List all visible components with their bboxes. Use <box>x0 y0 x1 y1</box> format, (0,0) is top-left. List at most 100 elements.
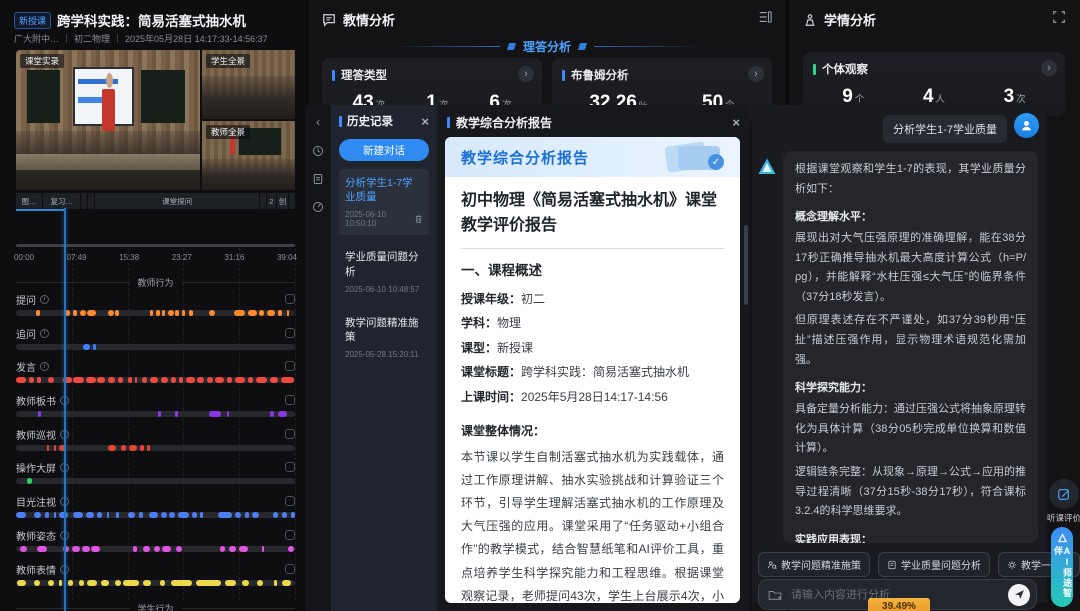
track-checkbox[interactable] <box>285 462 295 472</box>
collapse-icon[interactable]: ‹ <box>316 115 320 129</box>
ai-paragraph: 展现出对大气压强原理的准确理解，能在38分17秒正确推导抽水机最大高度计算公式（… <box>795 229 1026 307</box>
learning-panel-header: 学情分析 <box>803 10 876 29</box>
chapter-segment[interactable]: 创 <box>277 193 289 209</box>
chapter-segment[interactable] <box>260 193 266 209</box>
track-segment <box>256 377 267 383</box>
document-icon[interactable] <box>312 173 324 185</box>
chip-teaching-strategy[interactable]: 教学问题精准施策 <box>758 552 870 577</box>
info-icon[interactable]: i <box>40 295 49 304</box>
track-checkbox[interactable] <box>285 294 295 304</box>
timeline-scrubber[interactable] <box>16 244 295 247</box>
chevron-right-icon[interactable]: › <box>518 66 534 82</box>
track-segment <box>262 546 265 552</box>
track-segment <box>175 310 179 316</box>
chapter-label: 课堂探问 <box>162 196 192 207</box>
report-scrollbar[interactable] <box>744 225 748 305</box>
history-item[interactable]: 分析学生1-7学业质量2025-06-10 10:50:10 <box>339 169 429 235</box>
chapter-segment[interactable] <box>81 193 87 209</box>
history-clock-icon[interactable] <box>312 145 324 157</box>
track-checkbox[interactable] <box>285 429 295 439</box>
video-teacher-view[interactable]: 教师全景 <box>202 121 295 190</box>
report-field: 上课时间：2025年5月28日14:17-14:56 <box>461 385 724 410</box>
ai-assistant-label: AI师途智伴 <box>1053 546 1071 607</box>
students-area <box>202 76 295 119</box>
chapter-segment[interactable]: 复习… <box>43 193 80 209</box>
lecturer-icon <box>803 13 817 27</box>
track-head: 教师板书i <box>16 393 295 408</box>
chapter-segment[interactable] <box>289 193 295 209</box>
track-segment <box>259 310 265 316</box>
video-main[interactable]: 课堂实录 <box>16 50 200 190</box>
history-item-meta: 2025-05-28 15:20:11 <box>345 350 423 359</box>
track-segment <box>282 580 290 586</box>
layout-list-icon[interactable] <box>758 10 772 24</box>
track-segment <box>135 377 138 383</box>
track-segment <box>234 310 245 316</box>
pie-compass-icon[interactable] <box>312 201 324 213</box>
track-bar <box>16 512 295 518</box>
chapter-segment[interactable]: 课堂探问 <box>95 193 259 209</box>
fullscreen-icon[interactable] <box>1052 10 1066 24</box>
report-panel-title: 教学综合分析报告 <box>456 114 552 131</box>
chapter-segment[interactable]: 图… <box>16 193 42 209</box>
track-segment <box>139 512 143 518</box>
ai-paragraph: 实践应用表现： <box>795 531 1026 543</box>
ai-assistant-button[interactable]: AI师途智伴 <box>1051 527 1073 607</box>
behavior-track: 教师表情i <box>16 562 295 596</box>
track-segment <box>118 377 124 383</box>
track-segment <box>48 377 54 383</box>
tab-lida-analysis[interactable]: 理答分析 <box>308 38 786 55</box>
history-item[interactable]: 教学问题精准施策2025-05-28 15:20:11 <box>339 309 429 366</box>
report-document[interactable]: 教学综合分析报告 ✓ 初中物理《简易活塞式抽水机》课堂教学评价报告 一、课程概述… <box>445 137 740 603</box>
track-checkbox[interactable] <box>285 361 295 371</box>
video-student-view[interactable]: 学生全景 <box>202 50 295 119</box>
track-segment <box>176 546 182 552</box>
track-segment <box>162 310 165 316</box>
track-segment <box>16 377 26 383</box>
track-head: 教师表情i <box>16 562 295 577</box>
report-close-icon[interactable]: × <box>732 116 740 129</box>
chevron-right-icon[interactable]: › <box>748 66 764 82</box>
track-label: 目光注视 <box>16 494 56 509</box>
timeline-playhead[interactable] <box>64 208 66 611</box>
person-icon <box>1020 119 1033 132</box>
track-checkbox[interactable] <box>285 328 295 338</box>
report-panel: 教学综合分析报告 × 教学综合分析报告 ✓ 初中物理《简易活塞式抽水机》课堂教学… <box>437 105 750 611</box>
chat-square-icon <box>322 13 336 27</box>
time-ticks: 00:0007:4915:3823:2731:1639:04 <box>14 253 297 262</box>
delete-icon[interactable] <box>414 214 423 224</box>
track-bar <box>16 445 295 451</box>
info-icon[interactable]: i <box>40 362 49 371</box>
folder-plus-icon[interactable] <box>768 589 782 601</box>
track-checkbox[interactable] <box>285 496 295 506</box>
track-segment <box>178 512 189 518</box>
teacher-figure <box>230 136 236 155</box>
info-icon[interactable]: i <box>40 329 49 338</box>
send-button[interactable] <box>1008 584 1030 606</box>
class-evaluation-button[interactable] <box>1049 479 1079 509</box>
track-label: 操作大屏 <box>16 460 56 475</box>
track-bar <box>16 546 295 552</box>
new-chat-button[interactable]: 新建对话 <box>339 139 429 161</box>
track-segment <box>107 512 110 518</box>
track-segment <box>242 580 249 586</box>
track-segment <box>123 580 138 586</box>
video-player[interactable]: 课堂实录 学生全景 教师全景 <box>16 50 295 190</box>
chapter-bar[interactable]: 图…复习… 课堂探问 2创 <box>16 193 295 209</box>
chapter-segment[interactable]: 2 <box>267 193 276 209</box>
track-checkbox[interactable] <box>285 530 295 540</box>
history-item[interactable]: 学业质量问题分析2025-06-10 10:48:57 <box>339 243 429 300</box>
history-title: 历史记录 <box>347 113 393 129</box>
app-root: 新授课 跨学科实践：简易活塞式抽水机 广大附中… 初二物理 2025年05月28… <box>0 0 1080 611</box>
history-close-icon[interactable]: × <box>421 115 429 128</box>
track-segment <box>140 445 144 451</box>
track-label: 追问 <box>16 326 36 341</box>
track-segment <box>121 445 127 451</box>
track-bar <box>16 377 295 383</box>
chip-quality-analysis[interactable]: 学业质量问题分析 <box>878 552 990 577</box>
chapter-segment[interactable] <box>88 193 94 209</box>
track-checkbox[interactable] <box>285 395 295 405</box>
track-segment <box>87 580 97 586</box>
chevron-right-icon[interactable]: › <box>1041 60 1057 76</box>
track-checkbox[interactable] <box>285 564 295 574</box>
